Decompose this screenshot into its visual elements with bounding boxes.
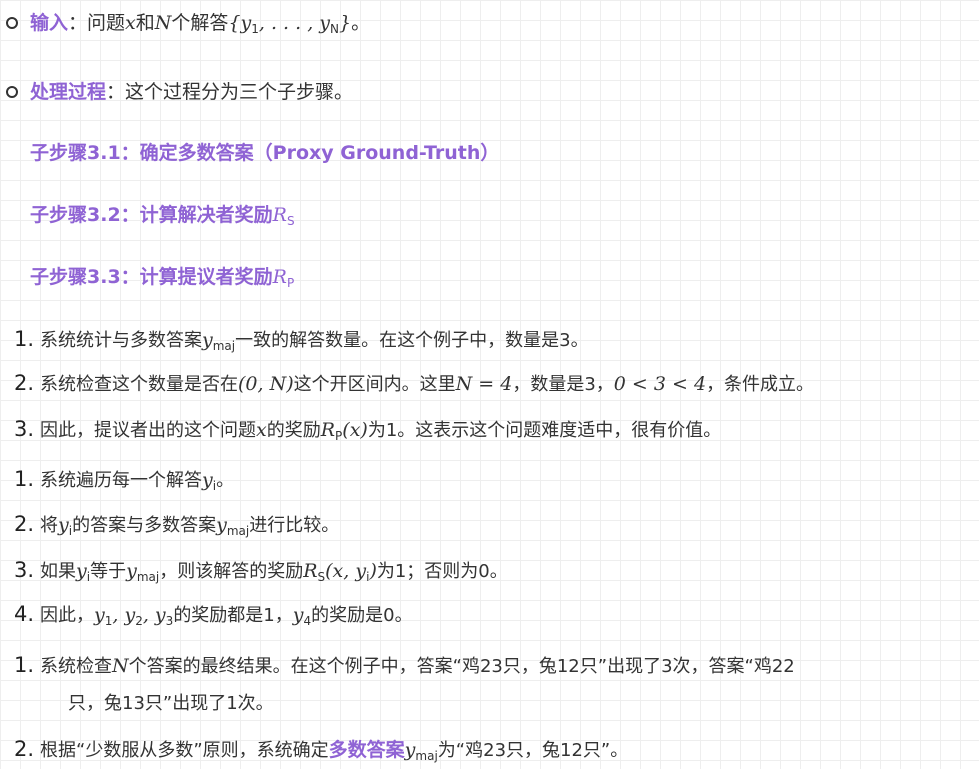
list-item: 3. 因此，提议者出的这个问题x的奖励RP(x)为1。这表示这个问题难度适中，很有… bbox=[13, 417, 722, 443]
list-item: 2. 系统检查这个数量是否在(0, N)这个开区间内。这里N = 4，数量是3，0… bbox=[13, 371, 815, 395]
bullet-icon bbox=[6, 86, 18, 98]
process-item: 处理过程：这个过程分为三个子步骤。 bbox=[30, 81, 354, 103]
list-item: 1. 系统统计与多数答案ymaj一致的解答数量。在这个例子中，数量是3。 bbox=[13, 327, 589, 353]
process-label: 处理过程 bbox=[30, 81, 107, 103]
list-item: 3. 如果yi等于ymaj，则该解答的奖励RS(x, yi)为1；否则为0。 bbox=[13, 558, 508, 584]
list-item: 1. 系统检查N个答案的最终结果。在这个例子中，答案“鸡23只，兔12只”出现了3… bbox=[13, 653, 795, 677]
substep-3-2: 子步骤3.2：计算解决者奖励RS bbox=[30, 204, 295, 228]
list-item: 4. 因此，y1, y2, y3的奖励都是1，y4的奖励是0。 bbox=[13, 602, 413, 628]
list-item: 1. 系统遍历每一个解答yi。 bbox=[13, 467, 235, 493]
substep-3-1: 子步骤3.1：确定多数答案（Proxy Ground-Truth） bbox=[30, 142, 500, 164]
substep-3-3: 子步骤3.3：计算提议者奖励RP bbox=[30, 266, 295, 290]
majority-answer-highlight: 多数答案 bbox=[328, 739, 405, 761]
input-item: 输入：问题x和N个解答{y1, . . . , yN}。 bbox=[30, 12, 371, 36]
bullet-icon bbox=[6, 17, 18, 29]
list-item: 2. 根据“少数服从多数”原则，系统确定多数答案ymaj为“鸡23只，兔12只”。 bbox=[13, 737, 629, 763]
list-item: 2. 将yi的答案与多数答案ymaj进行比较。 bbox=[13, 512, 340, 538]
input-label: 输入 bbox=[30, 12, 69, 34]
list-item-continuation: 只，兔13只”出现了1次。 bbox=[68, 693, 274, 714]
